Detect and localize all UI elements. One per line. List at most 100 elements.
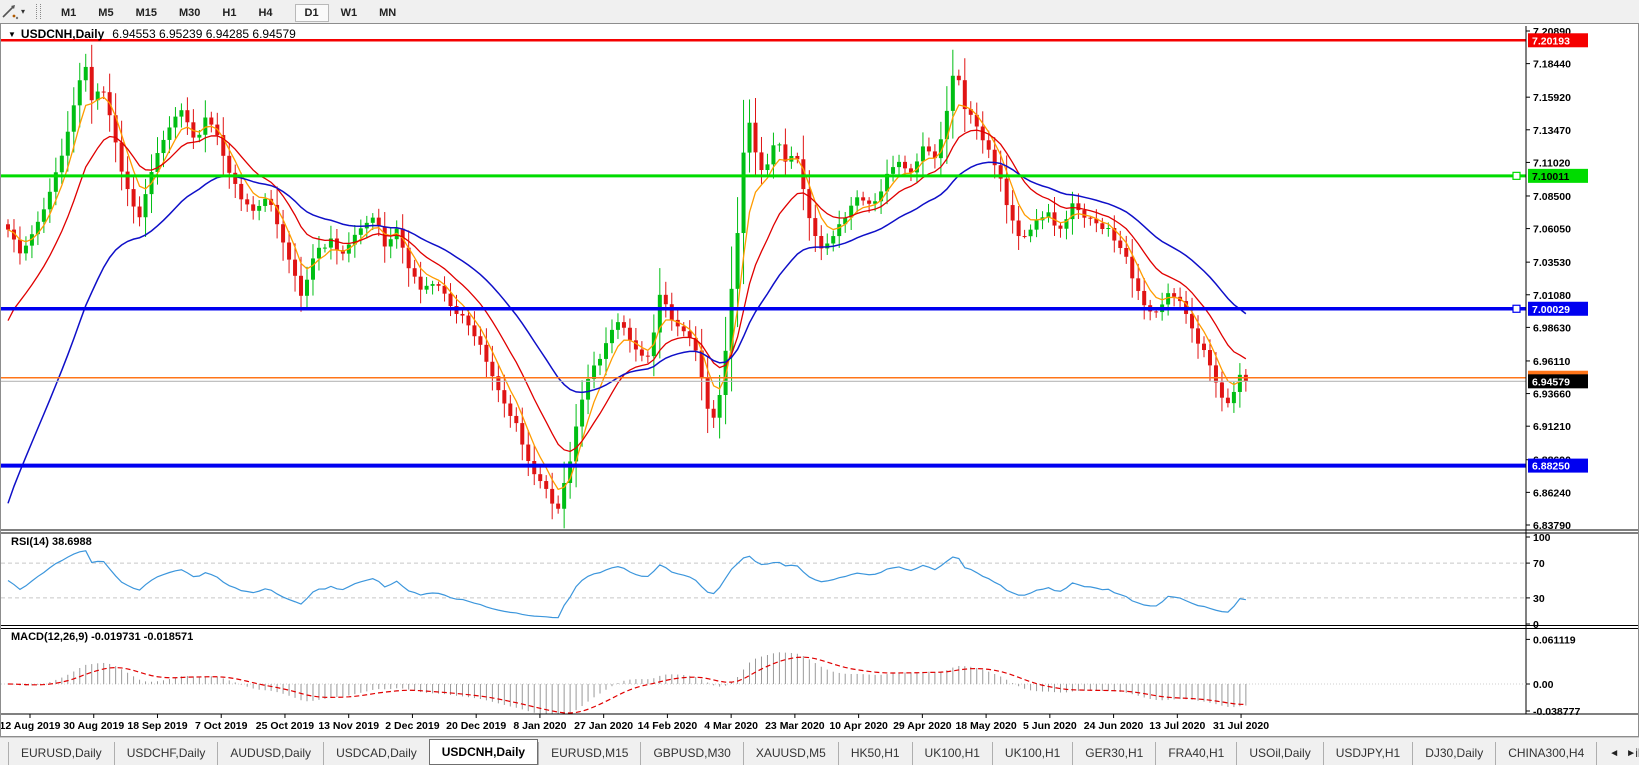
price-chart-canvas[interactable]: 7.208907.184407.159207.134707.110207.085… (1, 24, 1638, 734)
svg-text:6.94579: 6.94579 (1532, 376, 1570, 388)
tab-usdcnh-daily[interactable]: USDCNH,Daily (428, 739, 539, 765)
macd-panel (1, 652, 1526, 714)
svg-text:70: 70 (1533, 558, 1545, 570)
moving-averages-layer (7, 96, 1247, 504)
svg-text:7.00029: 7.00029 (1532, 304, 1570, 316)
svg-text:5 Jun 2020: 5 Jun 2020 (1023, 720, 1077, 732)
svg-text:7.20193: 7.20193 (1532, 35, 1570, 47)
rsi-line (7, 550, 1246, 619)
tab-scroll-left-icon[interactable]: ◄ (1609, 748, 1619, 759)
svg-text:0.00: 0.00 (1533, 679, 1554, 691)
ma-slow-line (7, 161, 1247, 504)
svg-text:13 Nov 2019: 13 Nov 2019 (318, 720, 379, 732)
svg-text:6.86240: 6.86240 (1533, 487, 1571, 499)
tab-scroll-right-icon[interactable]: ► (1626, 748, 1636, 759)
svg-text:13 Jul 2020: 13 Jul 2020 (1149, 720, 1205, 732)
window-collapse-icon[interactable]: ▼ (8, 30, 16, 39)
drawing-tool-icon[interactable] (1, 4, 19, 20)
tab-eurusd-m15[interactable]: EURUSD,M15 (538, 742, 640, 765)
svg-text:6.88250: 6.88250 (1532, 461, 1570, 473)
svg-text:7.15920: 7.15920 (1533, 92, 1571, 104)
svg-text:6.96110: 6.96110 (1533, 356, 1571, 368)
svg-text:7.08500: 7.08500 (1533, 191, 1571, 203)
horizontal-lines-layer (1, 39, 1526, 468)
svg-text:2 Dec 2019: 2 Dec 2019 (385, 720, 439, 732)
svg-text:30: 30 (1533, 593, 1545, 605)
timeframe-button-D1[interactable]: D1 (294, 3, 329, 22)
panel-borders (1, 529, 1638, 715)
tab-uk100-h1[interactable]: UK100,H1 (991, 742, 1072, 765)
macd-indicator-label: MACD(12,26,9) -0.019731 -0.018571 (11, 631, 194, 643)
tab-hk50-h1[interactable]: HK50,H1 (837, 742, 912, 765)
chart-ohlc-values: 6.94553 6.95239 6.94285 6.94579 (112, 27, 296, 41)
macd-axis: 0.061119 0.00 -0.038777 (1526, 634, 1580, 718)
trading-terminal: { "toolbar": { "timeframes": ["M1","M5",… (0, 0, 1639, 765)
date-axis: 12 Aug 2019 30 Aug 2019 18 Sep 2019 7 Oct 2… (1, 714, 1269, 732)
timeframe-button-MN[interactable]: MN (369, 4, 406, 22)
tab-fra40-h1[interactable]: FRA40,H1 (1155, 742, 1236, 765)
ma-medium-line (7, 129, 1247, 453)
svg-text:4 Mar 2020: 4 Mar 2020 (704, 720, 758, 732)
ma-fast-line (7, 96, 1246, 491)
price-axis: 7.208907.184407.159207.134707.110207.085… (1525, 26, 1571, 714)
svg-text:20 Dec 2019: 20 Dec 2019 (446, 720, 506, 732)
svg-text:7.11020: 7.11020 (1533, 157, 1571, 169)
timeframe-button-M5[interactable]: M5 (88, 4, 123, 22)
tab-ger30-h1[interactable]: GER30,H1 (1072, 742, 1155, 765)
timeframe-buttons: M1 M5 M15 M30 H1 H4 D1 W1 MN (50, 3, 417, 22)
rsi-panel: 10070300 (1, 532, 1551, 631)
toolbar-grip-handle[interactable] (36, 4, 42, 19)
timeframe-button-M1[interactable]: M1 (51, 4, 86, 22)
svg-text:7.03530: 7.03530 (1533, 257, 1571, 269)
timeframe-button-M15[interactable]: M15 (126, 4, 167, 22)
svg-text:7.01080: 7.01080 (1533, 290, 1571, 302)
rsi-indicator-label: RSI(14) 38.6988 (11, 536, 92, 548)
svg-text:7.13470: 7.13470 (1533, 125, 1571, 137)
tab-china300-h4[interactable]: CHINA300,H4 (1495, 742, 1596, 765)
timeframe-button-H1[interactable]: H1 (212, 4, 246, 22)
tab-usoil-daily[interactable]: USOil,Daily (1236, 742, 1322, 765)
svg-text:-0.038777: -0.038777 (1533, 706, 1580, 718)
svg-text:10 Apr 2020: 10 Apr 2020 (829, 720, 888, 732)
svg-text:31 Jul 2020: 31 Jul 2020 (1213, 720, 1269, 732)
tab-usdchf-daily[interactable]: USDCHF,Daily (113, 742, 218, 765)
tab-eurusd-daily[interactable]: EURUSD,Daily (8, 742, 114, 765)
tab-usdjpy-h1[interactable]: USDJPY,H1 (1322, 742, 1412, 765)
svg-text:12 Aug 2019: 12 Aug 2019 (1, 720, 61, 732)
svg-text:18 May 2020: 18 May 2020 (955, 720, 1016, 732)
tab-xauusd-m5[interactable]: XAUUSD,M5 (742, 742, 838, 765)
timeframe-toolbar: ▾ M1 M5 M15 M30 H1 H4 D1 W1 MN (0, 0, 1639, 24)
timeframe-button-M30[interactable]: M30 (169, 4, 210, 22)
chevron-down-icon[interactable]: ▾ (21, 7, 25, 16)
svg-text:100: 100 (1533, 532, 1551, 544)
svg-text:7.10011: 7.10011 (1532, 171, 1570, 183)
svg-text:29 Apr 2020: 29 Apr 2020 (893, 720, 952, 732)
candles-layer (6, 44, 1248, 529)
svg-text:7 Oct 2019: 7 Oct 2019 (195, 720, 248, 732)
svg-text:7.18440: 7.18440 (1533, 59, 1571, 71)
svg-text:24 Jun 2020: 24 Jun 2020 (1084, 720, 1144, 732)
chart-window: 7.20890 7.18440 7.15920 7.13470 7.11020 7.085… (0, 23, 1639, 737)
svg-text:18 Sep 2019: 18 Sep 2019 (127, 720, 187, 732)
tab-scroll-controls: ◄ ► (1603, 748, 1636, 759)
svg-text:23 Mar 2020: 23 Mar 2020 (765, 720, 825, 732)
timeframe-button-H4[interactable]: H4 (248, 4, 282, 22)
svg-text:30 Aug 2019: 30 Aug 2019 (63, 720, 124, 732)
timeframe-button-W1[interactable]: W1 (331, 4, 368, 22)
svg-text:8 Jan 2020: 8 Jan 2020 (513, 720, 566, 732)
svg-text:25 Oct 2019: 25 Oct 2019 (256, 720, 315, 732)
svg-text:7.06050: 7.06050 (1533, 224, 1571, 236)
svg-text:27 Jan 2020: 27 Jan 2020 (574, 720, 633, 732)
tab-dj30-daily[interactable]: DJ30,Daily (1412, 742, 1495, 765)
symbol-tab-bar: EURUSD,Daily USDCHF,Daily AUDUSD,Daily USDC… (0, 737, 1639, 765)
svg-text:6.98630: 6.98630 (1533, 322, 1571, 334)
chart-title: ▼ USDCNH,Daily 6.94553 6.95239 6.94285 6.9… (8, 27, 296, 41)
svg-text:6.91210: 6.91210 (1533, 421, 1571, 433)
tab-usdcad-daily[interactable]: USDCAD,Daily (323, 742, 429, 765)
tab-uk100-h1[interactable]: UK100,H1 (911, 742, 992, 765)
chart-symbol-label: USDCNH,Daily (20, 27, 105, 41)
svg-text:6.93660: 6.93660 (1533, 389, 1571, 401)
svg-text:14 Feb 2020: 14 Feb 2020 (638, 720, 698, 732)
tab-gbpusd-m30[interactable]: GBPUSD,M30 (640, 742, 742, 765)
tab-audusd-daily[interactable]: AUDUSD,Daily (217, 742, 323, 765)
